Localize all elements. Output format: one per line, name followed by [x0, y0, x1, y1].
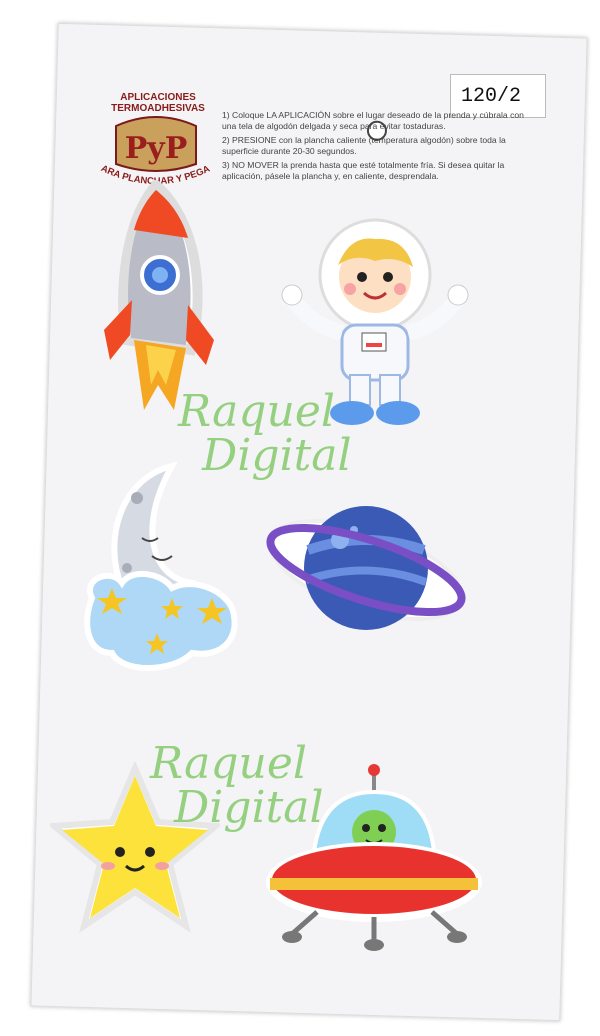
- moon-sticker: [84, 461, 238, 671]
- watermark-2-line2: Digital: [174, 782, 324, 833]
- instruction-1: 1) Coloque LA APLICACIÓN sobre el lugar …: [222, 110, 524, 131]
- watermark-1-line1: Raquel: [178, 386, 335, 437]
- planet-sticker: [266, 506, 466, 630]
- brand-logo-text: PyP: [125, 131, 188, 166]
- instruction-3: 3) NO MOVER la prenda hasta que esté tot…: [222, 160, 505, 181]
- watermark-1: Raquel Digital: [178, 390, 352, 478]
- brand-line-1: APLICACIONES: [120, 92, 196, 103]
- watermark-1-line2: Digital: [202, 430, 352, 481]
- instruction-2: 2) PRESIONE con la plancha caliente (tem…: [222, 135, 506, 156]
- instructions: 1) Coloque LA APLICACIÓN sobre el lugar …: [222, 110, 540, 185]
- rocket-sticker: [104, 180, 214, 410]
- watermark-2: Raquel Digital: [150, 742, 324, 830]
- watermark-2-line1: Raquel: [150, 738, 307, 789]
